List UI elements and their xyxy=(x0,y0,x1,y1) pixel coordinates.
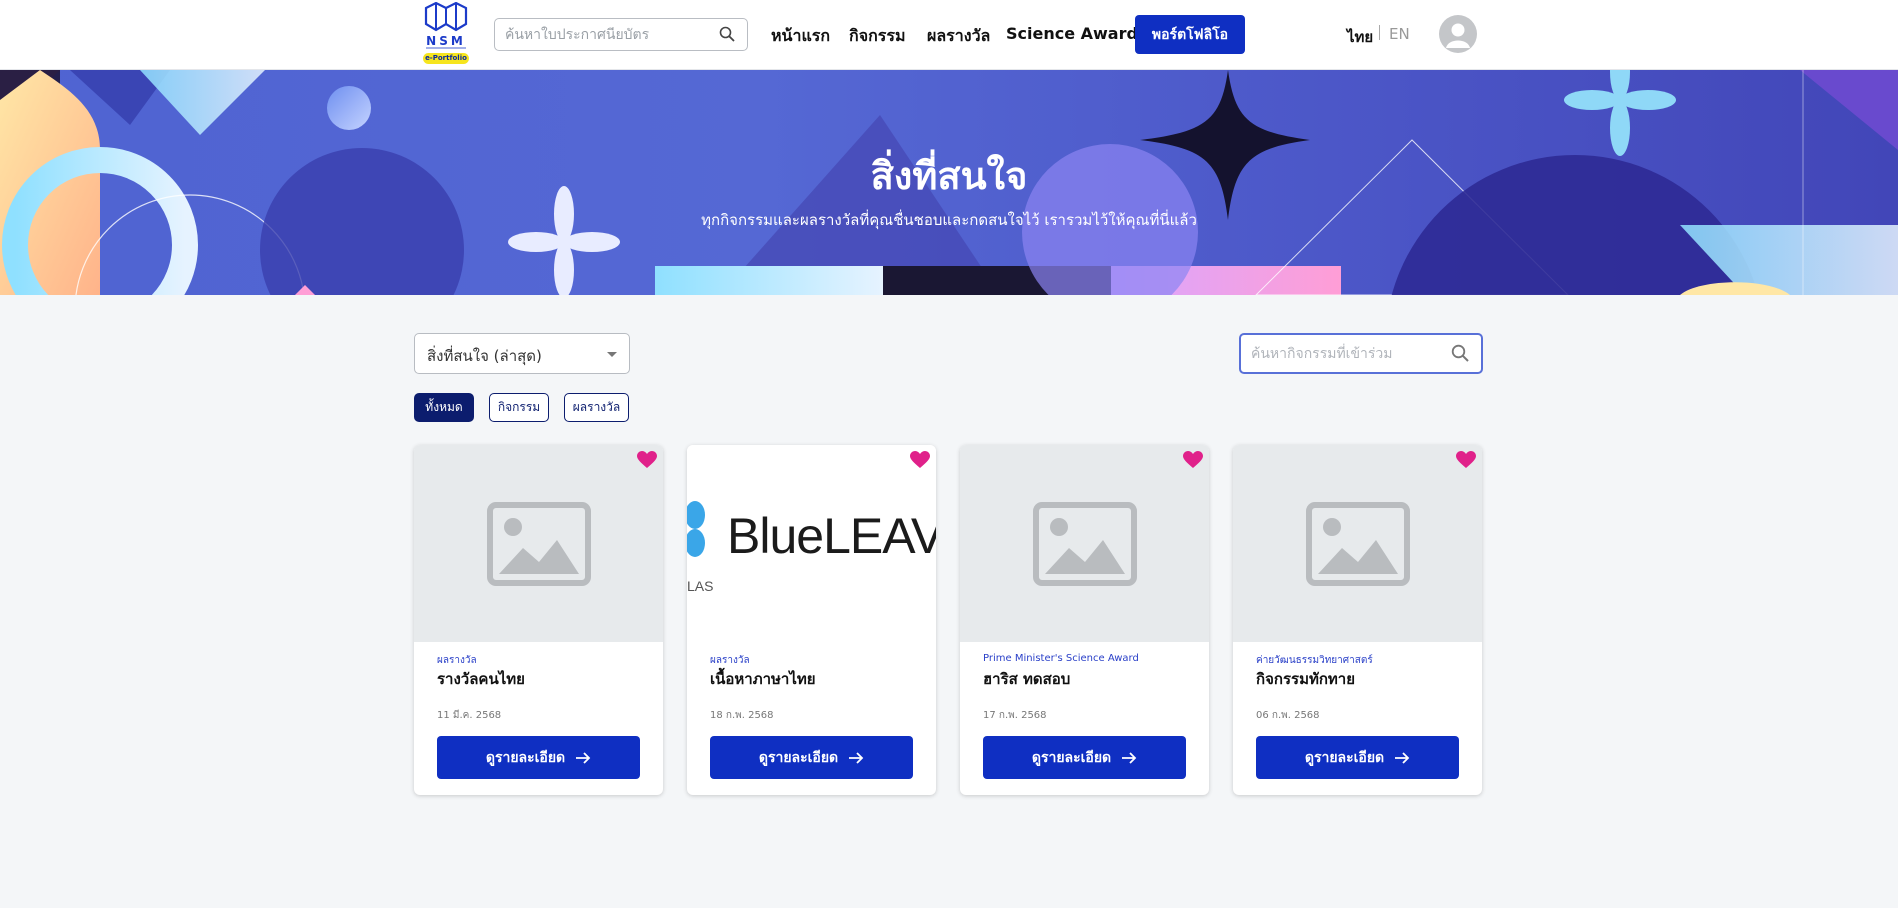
arrow-right-icon xyxy=(1122,751,1137,764)
lang-th[interactable]: ไทย xyxy=(1347,25,1373,49)
nav-science-award[interactable]: Science Award xyxy=(1006,24,1138,43)
card-date: 17 ก.พ. 2568 xyxy=(983,710,1047,721)
bluelea-logo-subtext: LAS xyxy=(687,578,714,594)
user-icon xyxy=(1446,23,1470,48)
card-date: 18 ก.พ. 2568 xyxy=(710,710,774,721)
heart-icon[interactable] xyxy=(910,451,930,473)
e-portfolio-badge: e-Portfolio xyxy=(423,53,469,64)
image-placeholder-icon xyxy=(486,501,591,586)
nav-awards[interactable]: ผลรางวัล xyxy=(927,24,990,49)
activity-search[interactable] xyxy=(1239,333,1483,374)
activity-search-input[interactable] xyxy=(1251,335,1441,372)
interest-card[interactable]: Prime Minister's Science Award ฮาริส ทดส… xyxy=(960,445,1209,795)
view-details-button[interactable]: ดูรายละเอียด xyxy=(1256,736,1459,779)
nav-home[interactable]: หน้าแรก xyxy=(771,24,830,49)
filter-chip-activities[interactable]: กิจกรรม xyxy=(489,393,549,422)
image-placeholder-icon xyxy=(1305,501,1410,586)
search-icon[interactable] xyxy=(1451,344,1469,366)
sort-dropdown-value: สิ่งที่สนใจ (ล่าสุด) xyxy=(427,347,542,365)
bluelea-logo-icon xyxy=(687,501,705,557)
sort-dropdown[interactable]: สิ่งที่สนใจ (ล่าสุด) xyxy=(414,333,630,374)
lang-en[interactable]: EN xyxy=(1389,25,1410,43)
banner-title: สิ่งที่สนใจ xyxy=(870,154,1028,198)
interest-card[interactable]: ค่ายวัฒนธรรมวิทยาศาสตร์ กิจกรรมทักทาย 06… xyxy=(1233,445,1482,795)
card-category: Prime Minister's Science Award xyxy=(983,653,1139,664)
view-details-label: ดูรายละเอียด xyxy=(1031,749,1112,766)
hero-banner: สิ่งที่สนใจ ทุกกิจกรรมและผลรางวัลที่คุณช… xyxy=(0,70,1898,295)
card-image-placeholder xyxy=(1233,445,1482,642)
view-details-label: ดูรายละเอียด xyxy=(758,749,839,766)
filter-chip-awards[interactable]: ผลรางวัล xyxy=(564,393,629,422)
caret-down-icon xyxy=(607,352,617,357)
search-icon[interactable] xyxy=(719,26,735,46)
card-image-placeholder xyxy=(414,445,663,642)
image-placeholder-icon xyxy=(1032,501,1137,586)
interest-card[interactable]: BlueLEAV LAS ผลรางวัล เนื้อหาภาษาไทย 18 … xyxy=(687,445,936,795)
certificate-search[interactable] xyxy=(494,18,748,51)
card-title: เนื้อหาภาษาไทย xyxy=(710,670,816,688)
card-date: 06 ก.พ. 2568 xyxy=(1256,710,1320,721)
card-image: BlueLEAV LAS xyxy=(687,445,936,642)
view-details-label: ดูรายละเอียด xyxy=(485,749,566,766)
heart-icon[interactable] xyxy=(1456,451,1476,473)
view-details-label: ดูรายละเอียด xyxy=(1304,749,1385,766)
card-date: 11 มี.ค. 2568 xyxy=(437,710,502,721)
card-category: ผลรางวัล xyxy=(710,655,750,666)
interest-card[interactable]: ผลรางวัล รางวัลคนไทย 11 มี.ค. 2568 ดูราย… xyxy=(414,445,663,795)
card-category: ผลรางวัล xyxy=(437,655,477,666)
top-header: NSM e-Portfolio หน้าแรก กิจกรรม ผลรางวัล… xyxy=(0,0,1898,70)
banner-subtitle: ทุกกิจกรรมและผลรางวัลที่คุณชื่นชอบและกดส… xyxy=(701,211,1197,229)
portfolio-button[interactable]: พอร์ตโฟลิโอ xyxy=(1135,15,1245,54)
certificate-search-input[interactable] xyxy=(505,19,705,50)
view-details-button[interactable]: ดูรายละเอียด xyxy=(437,736,640,779)
view-details-button[interactable]: ดูรายละเอียด xyxy=(710,736,913,779)
heart-icon[interactable] xyxy=(1183,451,1203,473)
user-avatar[interactable] xyxy=(1439,15,1477,53)
view-details-button[interactable]: ดูรายละเอียด xyxy=(983,736,1186,779)
svg-text:NSM: NSM xyxy=(426,34,466,48)
bluelea-logo-text: BlueLEAV xyxy=(727,508,936,564)
heart-icon[interactable] xyxy=(637,451,657,473)
filter-chip-all[interactable]: ทั้งหมด xyxy=(414,393,474,422)
card-title: รางวัลคนไทย xyxy=(437,670,525,688)
lang-divider xyxy=(1379,25,1380,40)
nav-activities[interactable]: กิจกรรม xyxy=(849,24,905,49)
arrow-right-icon xyxy=(1395,751,1410,764)
arrow-right-icon xyxy=(576,751,591,764)
card-image-placeholder xyxy=(960,445,1209,642)
card-title: กิจกรรมทักทาย xyxy=(1256,670,1356,688)
card-category: ค่ายวัฒนธรรมวิทยาศาสตร์ xyxy=(1256,655,1373,666)
card-title: ฮาริส ทดสอบ xyxy=(983,670,1071,688)
arrow-right-icon xyxy=(849,751,864,764)
